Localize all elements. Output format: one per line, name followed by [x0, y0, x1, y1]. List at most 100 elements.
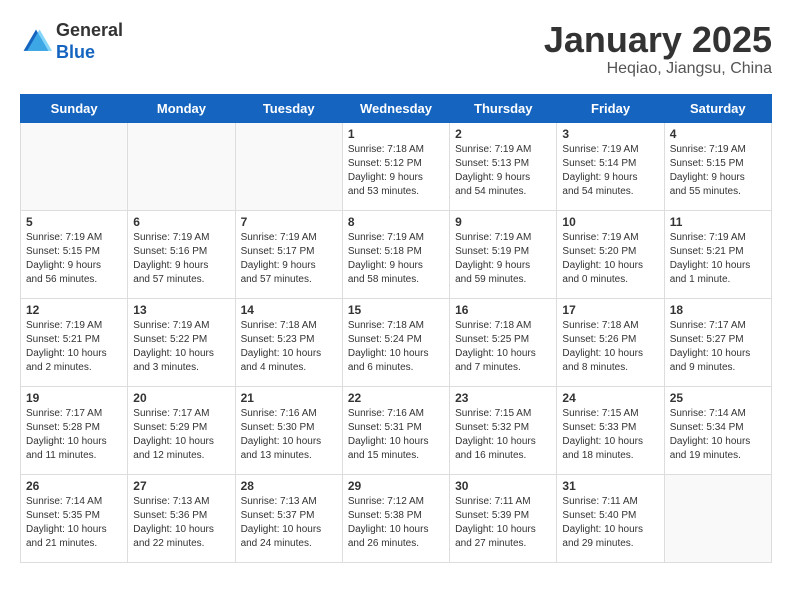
- day-number: 22: [348, 391, 444, 405]
- day-info: Sunrise: 7:18 AMSunset: 5:24 PMDaylight:…: [348, 319, 444, 375]
- day-info: Sunrise: 7:18 AMSunset: 5:26 PMDaylight:…: [562, 319, 658, 375]
- day-info: Sunrise: 7:15 AMSunset: 5:32 PMDaylight:…: [455, 407, 551, 463]
- day-info: Sunrise: 7:19 AMSunset: 5:13 PMDaylight:…: [455, 143, 551, 199]
- day-info: Sunrise: 7:19 AMSunset: 5:21 PMDaylight:…: [670, 231, 766, 287]
- day-number: 12: [26, 303, 122, 317]
- day-number: 10: [562, 215, 658, 229]
- day-number: 23: [455, 391, 551, 405]
- calendar-cell: [128, 122, 235, 210]
- day-info: Sunrise: 7:19 AMSunset: 5:14 PMDaylight:…: [562, 143, 658, 199]
- calendar-table: SundayMondayTuesdayWednesdayThursdayFrid…: [20, 94, 772, 563]
- calendar-cell: 31 Sunrise: 7:11 AMSunset: 5:40 PMDayligh…: [557, 474, 664, 562]
- day-number: 1: [348, 127, 444, 141]
- day-info: Sunrise: 7:18 AMSunset: 5:23 PMDaylight:…: [241, 319, 337, 375]
- calendar-cell: 6Sunrise: 7:19 AMSunset: 5:16 PMDaylight…: [128, 210, 235, 298]
- day-info: Sunrise: 7:19 AMSunset: 5:20 PMDaylight:…: [562, 231, 658, 287]
- day-number: 7: [241, 215, 337, 229]
- calendar-cell: 1 Sunrise: 7:18 AMSunset: 5:12 PMDaylight…: [342, 122, 449, 210]
- calendar-cell: 7 Sunrise: 7:19 AMSunset: 5:17 PMDaylight…: [235, 210, 342, 298]
- calendar-cell: 12Sunrise: 7:19 AMSunset: 5:21 PMDayligh…: [21, 298, 128, 386]
- day-info: Sunrise: 7:18 AMSunset: 5:12 PMDaylight:…: [348, 143, 444, 199]
- day-number: 27: [133, 479, 229, 493]
- logo: General Blue: [20, 20, 123, 63]
- day-info: Sunrise: 7:19 AMSunset: 5:15 PMDaylight:…: [670, 143, 766, 199]
- calendar-cell: 24Sunrise: 7:15 AMSunset: 5:33 PMDayligh…: [557, 386, 664, 474]
- page-header: General Blue January 2025 Heqiao, Jiangs…: [20, 20, 772, 78]
- day-info: Sunrise: 7:16 AMSunset: 5:30 PMDaylight:…: [241, 407, 337, 463]
- day-number: 8: [348, 215, 444, 229]
- calendar-cell: [664, 474, 771, 562]
- day-number: 20: [133, 391, 229, 405]
- weekday-header-row: SundayMondayTuesdayWednesdayThursdayFrid…: [21, 94, 772, 122]
- weekday-header-thursday: Thursday: [450, 94, 557, 122]
- logo-text: General Blue: [56, 20, 123, 63]
- day-info: Sunrise: 7:13 AMSunset: 5:37 PMDaylight:…: [241, 495, 337, 551]
- weekday-header-wednesday: Wednesday: [342, 94, 449, 122]
- day-number: 13: [133, 303, 229, 317]
- title-block: January 2025 Heqiao, Jiangsu, China: [544, 20, 772, 78]
- day-number: 6: [133, 215, 229, 229]
- day-info: Sunrise: 7:19 AMSunset: 5:15 PMDaylight:…: [26, 231, 122, 287]
- day-info: Sunrise: 7:19 AMSunset: 5:19 PMDaylight:…: [455, 231, 551, 287]
- day-number: 28: [241, 479, 337, 493]
- calendar-cell: 8 Sunrise: 7:19 AMSunset: 5:18 PMDaylight…: [342, 210, 449, 298]
- day-number: 18: [670, 303, 766, 317]
- day-number: 15: [348, 303, 444, 317]
- calendar-cell: 3 Sunrise: 7:19 AMSunset: 5:14 PMDaylight…: [557, 122, 664, 210]
- day-info: Sunrise: 7:16 AMSunset: 5:31 PMDaylight:…: [348, 407, 444, 463]
- weekday-header-friday: Friday: [557, 94, 664, 122]
- weekday-header-saturday: Saturday: [664, 94, 771, 122]
- day-number: 30: [455, 479, 551, 493]
- day-info: Sunrise: 7:18 AMSunset: 5:25 PMDaylight:…: [455, 319, 551, 375]
- day-number: 9: [455, 215, 551, 229]
- day-number: 19: [26, 391, 122, 405]
- calendar-cell: 20 Sunrise: 7:17 AMSunset: 5:29 PMDayligh…: [128, 386, 235, 474]
- week-row-1: 1 Sunrise: 7:18 AMSunset: 5:12 PMDaylight…: [21, 122, 772, 210]
- day-number: 2: [455, 127, 551, 141]
- weekday-header-tuesday: Tuesday: [235, 94, 342, 122]
- day-number: 11: [670, 215, 766, 229]
- day-number: 4: [670, 127, 766, 141]
- location-text: Heqiao, Jiangsu, China: [544, 60, 772, 78]
- calendar-cell: 26Sunrise: 7:14 AMSunset: 5:35 PMDayligh…: [21, 474, 128, 562]
- day-number: 31: [562, 479, 658, 493]
- day-info: Sunrise: 7:17 AMSunset: 5:29 PMDaylight:…: [133, 407, 229, 463]
- day-info: Sunrise: 7:17 AMSunset: 5:27 PMDaylight:…: [670, 319, 766, 375]
- calendar-cell: 11 Sunrise: 7:19 AMSunset: 5:21 PMDayligh…: [664, 210, 771, 298]
- logo-icon: [20, 26, 52, 58]
- week-row-2: 5Sunrise: 7:19 AMSunset: 5:15 PMDaylight…: [21, 210, 772, 298]
- day-info: Sunrise: 7:19 AMSunset: 5:18 PMDaylight:…: [348, 231, 444, 287]
- calendar-cell: 18 Sunrise: 7:17 AMSunset: 5:27 PMDayligh…: [664, 298, 771, 386]
- weekday-header-monday: Monday: [128, 94, 235, 122]
- day-info: Sunrise: 7:17 AMSunset: 5:28 PMDaylight:…: [26, 407, 122, 463]
- calendar-cell: [21, 122, 128, 210]
- calendar-cell: 2 Sunrise: 7:19 AMSunset: 5:13 PMDaylight…: [450, 122, 557, 210]
- logo-blue-text: Blue: [56, 42, 95, 62]
- day-info: Sunrise: 7:11 AMSunset: 5:39 PMDaylight:…: [455, 495, 551, 551]
- day-number: 3: [562, 127, 658, 141]
- day-number: 29: [348, 479, 444, 493]
- calendar-cell: 29Sunrise: 7:12 AMSunset: 5:38 PMDayligh…: [342, 474, 449, 562]
- day-info: Sunrise: 7:14 AMSunset: 5:35 PMDaylight:…: [26, 495, 122, 551]
- calendar-cell: 21Sunrise: 7:16 AMSunset: 5:30 PMDayligh…: [235, 386, 342, 474]
- calendar-cell: 28 Sunrise: 7:13 AMSunset: 5:37 PMDayligh…: [235, 474, 342, 562]
- calendar-cell: 17 Sunrise: 7:18 AMSunset: 5:26 PMDayligh…: [557, 298, 664, 386]
- day-info: Sunrise: 7:11 AMSunset: 5:40 PMDaylight:…: [562, 495, 658, 551]
- day-info: Sunrise: 7:19 AMSunset: 5:17 PMDaylight:…: [241, 231, 337, 287]
- calendar-cell: [235, 122, 342, 210]
- week-row-5: 26Sunrise: 7:14 AMSunset: 5:35 PMDayligh…: [21, 474, 772, 562]
- week-row-3: 12Sunrise: 7:19 AMSunset: 5:21 PMDayligh…: [21, 298, 772, 386]
- calendar-cell: 10 Sunrise: 7:19 AMSunset: 5:20 PMDayligh…: [557, 210, 664, 298]
- day-number: 25: [670, 391, 766, 405]
- weekday-header-sunday: Sunday: [21, 94, 128, 122]
- calendar-cell: 13 Sunrise: 7:19 AMSunset: 5:22 PMDayligh…: [128, 298, 235, 386]
- month-title: January 2025: [544, 20, 772, 60]
- day-info: Sunrise: 7:13 AMSunset: 5:36 PMDaylight:…: [133, 495, 229, 551]
- calendar-cell: 9 Sunrise: 7:19 AMSunset: 5:19 PMDaylight…: [450, 210, 557, 298]
- day-number: 17: [562, 303, 658, 317]
- calendar-cell: 30 Sunrise: 7:11 AMSunset: 5:39 PMDayligh…: [450, 474, 557, 562]
- calendar-cell: 14Sunrise: 7:18 AMSunset: 5:23 PMDayligh…: [235, 298, 342, 386]
- day-info: Sunrise: 7:19 AMSunset: 5:22 PMDaylight:…: [133, 319, 229, 375]
- calendar-cell: 4 Sunrise: 7:19 AMSunset: 5:15 PMDaylight…: [664, 122, 771, 210]
- day-number: 24: [562, 391, 658, 405]
